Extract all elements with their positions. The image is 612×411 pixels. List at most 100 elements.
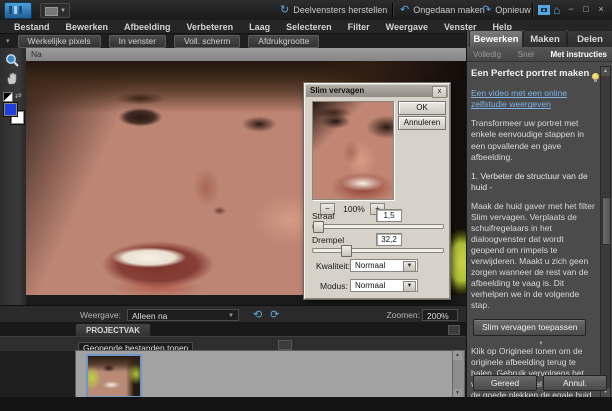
quality-label: Kwaliteit:	[316, 261, 350, 271]
project-bin-tab[interactable]: PROJECTVAK	[75, 323, 151, 337]
dialog-close-icon[interactable]: x	[432, 86, 447, 98]
view-bar: Weergave: Alleen na ▼ ⟲ ⟳ Zoomen: 200% ▼	[0, 305, 466, 323]
radius-label: Straal	[312, 211, 334, 221]
step1-text: Maak de huid gaver met het filter Slim v…	[471, 201, 599, 311]
bin-scroll-up-icon[interactable]: ▲	[453, 351, 462, 360]
zoom-tool-icon[interactable]	[5, 53, 20, 68]
divider	[392, 3, 393, 17]
menu-bewerken[interactable]: Bewerken	[58, 22, 117, 32]
divider	[532, 3, 533, 17]
bin-collapse-icon[interactable]	[448, 325, 460, 335]
zoom-label: Zoomen:	[386, 310, 420, 320]
view-dropdown-arrow-icon: ▼	[228, 310, 234, 322]
reset-panels-icon: ↻	[280, 5, 289, 15]
bin-options-icon[interactable]	[278, 340, 292, 350]
canvas-view-tab: Na	[26, 48, 466, 61]
quality-dropdown[interactable]: Normaal ▼	[350, 259, 418, 272]
menu-weergave[interactable]: Weergave	[378, 22, 436, 32]
view-value: Alleen na	[132, 311, 167, 321]
mode-label: Modus:	[320, 281, 348, 291]
pse-logo-icon	[4, 2, 32, 19]
chevron-down-icon: ▼	[60, 8, 66, 14]
minimize-button[interactable]: −	[564, 4, 578, 15]
layout-icon	[45, 7, 58, 16]
ok-button[interactable]: OK	[398, 101, 446, 115]
radius-value-field[interactable]: 1,5	[376, 209, 402, 222]
tab-bewerken[interactable]: Bewerken	[469, 30, 523, 48]
zoom-dropdown[interactable]: 200% ▼	[422, 309, 458, 321]
tool-options-caret-icon[interactable]: ▾	[6, 37, 10, 45]
close-button[interactable]: ×	[594, 4, 608, 15]
footer-cancel-button[interactable]: Annul.	[543, 375, 607, 391]
menu-verbeteren[interactable]: Verbeteren	[179, 22, 242, 32]
print-size-button[interactable]: Afdrukgrootte	[248, 35, 319, 48]
threshold-slider[interactable]	[312, 248, 444, 253]
hand-tool-icon[interactable]	[5, 71, 20, 86]
menu-selecteren[interactable]: Selecteren	[278, 22, 340, 32]
reset-panels-button[interactable]: ↻ Deelvensters herstellen	[280, 0, 387, 20]
preview-zoom-value: 100%	[340, 204, 368, 214]
menu-bestand[interactable]: Bestand	[6, 22, 58, 32]
swap-colors-icon[interactable]: ⇄	[15, 91, 22, 100]
undo-icon: ↶	[400, 5, 409, 15]
bin-filter-arrow-icon: ▼	[538, 338, 544, 350]
maximize-button[interactable]: □	[579, 4, 593, 15]
radius-slider-thumb[interactable]	[313, 221, 324, 233]
full-screen-button[interactable]: Voll. scherm	[174, 35, 240, 48]
radius-slider[interactable]	[312, 224, 444, 229]
menu-laag[interactable]: Laag	[241, 22, 278, 32]
home-icon: ⌂	[553, 5, 560, 15]
home-button[interactable]: ⌂	[553, 0, 560, 20]
project-bin-toolbar: Geopende bestanden tonen ▼	[0, 336, 466, 351]
scroll-up-icon[interactable]: ▲	[601, 67, 610, 76]
threshold-slider-thumb[interactable]	[341, 245, 352, 257]
guide-heading: Een Perfect portret maken	[471, 68, 589, 80]
panel-scrollbar-thumb[interactable]	[602, 197, 611, 245]
fit-window-button[interactable]: In venster	[109, 35, 166, 48]
quality-value: Normaal	[355, 261, 385, 270]
window-bottom-edge	[0, 397, 612, 411]
organizer-button[interactable]: De Organizer	[538, 0, 550, 20]
apply-smart-blur-button[interactable]: Slim vervagen toepassen	[473, 319, 586, 336]
view-label: Weergave:	[80, 310, 121, 320]
threshold-label: Drempel	[312, 235, 344, 245]
default-colors-icon[interactable]	[3, 92, 13, 102]
bin-scrollbar[interactable]: ▲ ▼	[452, 350, 465, 399]
panel-scrollbar[interactable]: ▲ ▼	[600, 66, 611, 398]
menu-filter[interactable]: Filter	[340, 22, 378, 32]
view-dropdown[interactable]: Alleen na ▼	[127, 309, 239, 321]
mode-dropdown-arrow-icon[interactable]: ▼	[403, 281, 416, 292]
reset-panels-label: Deelvensters herstellen	[293, 5, 387, 15]
app-titlebar: ▼ ↻ Deelvensters herstellen ↶ Ongedaan m…	[0, 0, 612, 21]
undo-label: Ongedaan maken	[413, 5, 485, 15]
smart-blur-dialog: Slim vervagen x OK Annuleren − 100% + St…	[303, 82, 451, 300]
panel-footer: Gereed Annul.	[467, 375, 612, 393]
threshold-value-field[interactable]: 32,2	[376, 233, 402, 246]
rotate-left-icon[interactable]: ⟲	[253, 309, 262, 321]
done-button[interactable]: Gereed	[473, 375, 537, 391]
mode-dropdown[interactable]: Normaal ▼	[350, 279, 418, 292]
tab-maken[interactable]: Maken	[523, 30, 567, 48]
cancel-button[interactable]: Annuleren	[398, 116, 446, 130]
intro-text: Transformeer uw portret met enkele eenvo…	[471, 118, 599, 162]
video-tutorial-link[interactable]: Een video met een online zelfstudie weer…	[471, 88, 599, 110]
quality-dropdown-arrow-icon[interactable]: ▼	[403, 261, 416, 272]
subtab-met-instructies[interactable]: Met instructies	[551, 50, 607, 59]
undo-button[interactable]: ↶ Ongedaan maken	[400, 0, 485, 20]
actual-pixels-button[interactable]: Werkelijke pixels	[18, 35, 101, 48]
menu-afbeelding[interactable]: Afbeelding	[116, 22, 179, 32]
redo-button[interactable]: ↷ Opnieuw	[482, 0, 531, 20]
open-file-thumbnail[interactable]	[86, 354, 142, 398]
dialog-titlebar[interactable]: Slim vervagen	[306, 85, 448, 97]
edit-mode-subtabs: Volledig Snel Met instructies	[467, 47, 612, 62]
project-bin	[75, 350, 453, 399]
blur-preview[interactable]	[312, 101, 394, 200]
zoom-value: 200%	[427, 311, 449, 321]
layout-button[interactable]: ▼	[40, 3, 70, 18]
foreground-color-swatch[interactable]	[3, 102, 18, 117]
rotate-right-icon[interactable]: ⟳	[270, 309, 279, 321]
lightbulb-icon	[592, 73, 599, 80]
tab-delen[interactable]: Delen	[567, 30, 612, 48]
subtab-snel[interactable]: Snel	[518, 50, 534, 59]
subtab-volledig[interactable]: Volledig	[473, 50, 501, 59]
